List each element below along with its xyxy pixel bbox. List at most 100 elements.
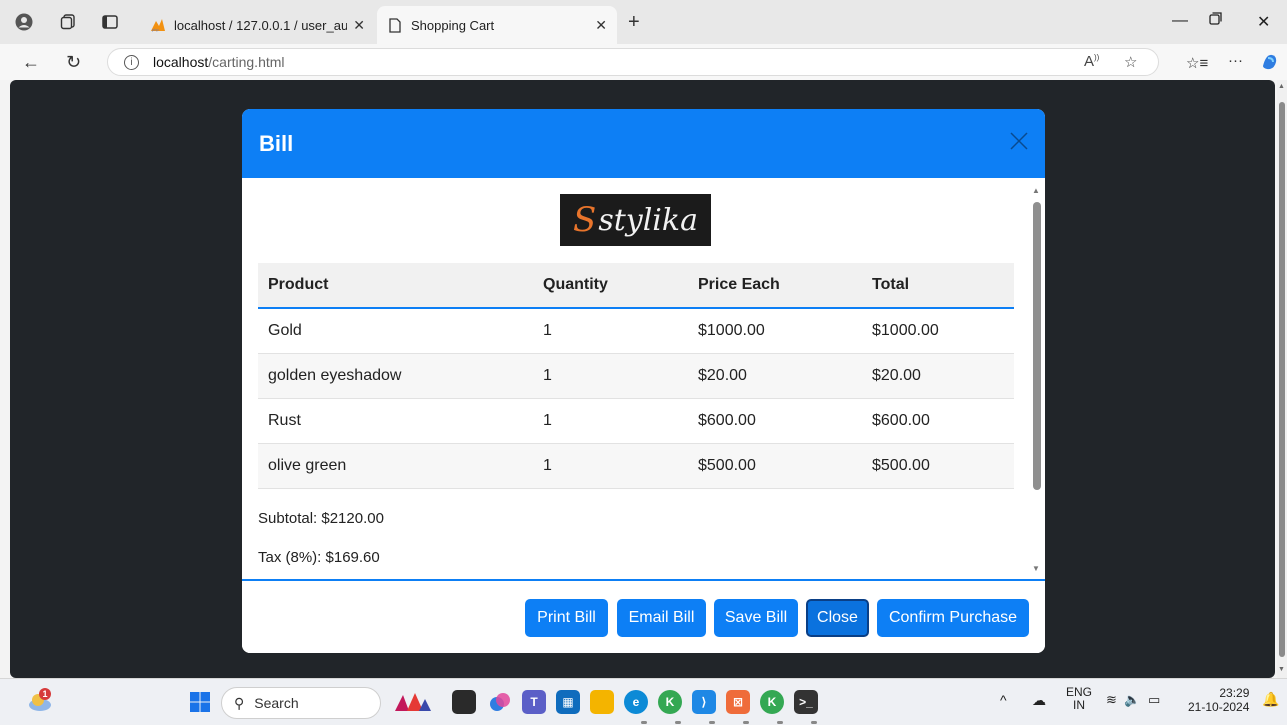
wifi-icon[interactable]: ≋ bbox=[1106, 692, 1117, 708]
close-window-icon[interactable]: ✕ bbox=[1257, 12, 1270, 32]
page-scrollbar[interactable]: ▲ ▼ bbox=[1277, 80, 1287, 678]
modal-footer: Print Bill Email Bill Save Bill Close Co… bbox=[242, 579, 1045, 653]
back-icon[interactable]: ← bbox=[22, 52, 40, 73]
windows-start-icon[interactable] bbox=[188, 690, 212, 714]
header-quantity: Quantity bbox=[533, 263, 688, 309]
favorite-star-icon[interactable]: ☆ bbox=[1124, 53, 1137, 71]
file-explorer-icon[interactable] bbox=[590, 690, 614, 714]
battery-icon[interactable]: ▭ bbox=[1148, 692, 1160, 708]
modal-body: S stylika Product Quantity Price Each To… bbox=[242, 178, 1045, 580]
scroll-down-icon[interactable]: ▼ bbox=[1278, 666, 1285, 673]
scroll-up-icon[interactable]: ▲ bbox=[1278, 83, 1285, 90]
teams-icon[interactable]: T bbox=[522, 690, 546, 714]
cell-price: $1000.00 bbox=[688, 308, 862, 354]
email-bill-button[interactable]: Email Bill bbox=[617, 599, 706, 637]
copilot-icon[interactable] bbox=[1260, 52, 1280, 77]
bill-table: Product Quantity Price Each Total Gold 1… bbox=[258, 263, 1014, 489]
vscode-icon[interactable]: ⟩ bbox=[692, 690, 716, 714]
terminal-icon[interactable]: >_ bbox=[794, 690, 818, 714]
restore-icon[interactable] bbox=[1209, 12, 1222, 30]
profile-icon[interactable] bbox=[14, 12, 34, 32]
scroll-up-icon[interactable]: ▲ bbox=[1032, 186, 1040, 195]
chrome-profile-icon[interactable]: K bbox=[760, 690, 784, 714]
running-indicator bbox=[709, 721, 715, 724]
search-placeholder: Search bbox=[254, 695, 299, 711]
logo-initial: S bbox=[573, 200, 597, 240]
lang-region: IN bbox=[1073, 698, 1085, 712]
cell-price: $600.00 bbox=[688, 398, 862, 444]
cell-product: olive green bbox=[258, 443, 533, 489]
bill-modal: Bill S stylika Product Quantity Price Ea… bbox=[242, 109, 1045, 653]
url-host: localhost bbox=[153, 54, 209, 70]
header-product: Product bbox=[258, 263, 533, 309]
new-tab-icon[interactable]: + bbox=[628, 12, 640, 32]
minimize-icon[interactable]: — bbox=[1172, 12, 1188, 30]
chrome-profile-icon[interactable]: K bbox=[658, 690, 682, 714]
table-row: Gold 1 $1000.00 $1000.00 bbox=[258, 308, 1014, 354]
cell-total: $1000.00 bbox=[862, 308, 1014, 354]
copilot-app-icon[interactable] bbox=[488, 690, 512, 714]
scroll-down-icon[interactable]: ▼ bbox=[1032, 564, 1040, 573]
running-indicator bbox=[675, 721, 681, 724]
chevron-up-icon[interactable]: ^ bbox=[1000, 692, 1007, 708]
weather-icon[interactable]: 1 bbox=[26, 687, 54, 715]
cloud-icon[interactable]: ☁ bbox=[1032, 692, 1046, 709]
modal-scrollbar[interactable]: ▲ ▼ bbox=[1031, 186, 1041, 576]
more-icon[interactable]: ··· bbox=[1228, 52, 1243, 69]
stylika-logo: S stylika bbox=[560, 194, 711, 246]
running-indicator bbox=[811, 721, 817, 724]
workspaces-icon[interactable] bbox=[58, 12, 78, 32]
tax-text: Tax (8%): $169.60 bbox=[258, 549, 380, 566]
taskbar-search-field[interactable]: ⚲ Search bbox=[221, 687, 381, 719]
close-tab-icon[interactable]: ✕ bbox=[595, 17, 607, 34]
scrollbar-thumb[interactable] bbox=[1033, 202, 1041, 490]
close-icon[interactable] bbox=[1009, 131, 1029, 151]
running-indicator bbox=[743, 721, 749, 724]
confirm-purchase-button[interactable]: Confirm Purchase bbox=[877, 599, 1029, 637]
xampp-icon[interactable]: ⊠ bbox=[726, 690, 750, 714]
refresh-icon[interactable]: ↻ bbox=[66, 52, 81, 73]
cell-quantity: 1 bbox=[533, 308, 688, 354]
edge-icon[interactable]: e bbox=[624, 690, 648, 714]
print-bill-button[interactable]: Print Bill bbox=[525, 599, 608, 637]
windows-taskbar: 1 ⚲ Search T ▦ e K ⟩ ⊠ K >_ ^ ☁ ENG IN ≋… bbox=[0, 678, 1287, 725]
tab-phpmyadmin[interactable]: php localhost / 127.0.0.1 / user_auth / … bbox=[140, 6, 375, 44]
tab-actions-icon[interactable] bbox=[100, 12, 120, 32]
close-button[interactable]: Close bbox=[806, 599, 869, 637]
task-view-icon[interactable] bbox=[452, 690, 476, 714]
cell-quantity: 1 bbox=[533, 398, 688, 444]
modal-title: Bill bbox=[259, 131, 294, 156]
clock-date: 21-10-2024 bbox=[1188, 700, 1250, 714]
address-bar-row: ← ↻ i localhost/carting.html A)) ☆ ☆≡ ··… bbox=[0, 44, 1287, 80]
clock-time: 23:29 bbox=[1219, 686, 1250, 700]
header-total: Total bbox=[862, 263, 1014, 309]
page-icon bbox=[387, 17, 403, 33]
language-indicator[interactable]: ENG IN bbox=[1066, 686, 1092, 712]
volume-icon[interactable]: 🔈 bbox=[1124, 692, 1140, 708]
widgets-art-icon[interactable] bbox=[393, 690, 433, 714]
url-field[interactable]: i localhost/carting.html A)) ☆ bbox=[107, 48, 1159, 76]
store-icon[interactable]: ▦ bbox=[556, 690, 580, 714]
save-bill-button[interactable]: Save Bill bbox=[714, 599, 798, 637]
favorites-icon[interactable]: ☆≡ bbox=[1186, 54, 1208, 72]
tab-title: localhost / 127.0.0.1 / user_auth / bbox=[174, 17, 348, 33]
scrollbar-thumb[interactable] bbox=[1279, 102, 1285, 657]
tab-shopping-cart[interactable]: Shopping Cart ✕ bbox=[377, 6, 617, 44]
cell-product: golden eyeshadow bbox=[258, 353, 533, 399]
cell-product: Gold bbox=[258, 308, 533, 354]
site-info-icon[interactable]: i bbox=[124, 54, 139, 70]
table-row: Rust 1 $600.00 $600.00 bbox=[258, 398, 1014, 444]
table-header-row: Product Quantity Price Each Total bbox=[258, 263, 1014, 309]
phpmyadmin-icon: php bbox=[150, 17, 166, 33]
table-row: golden eyeshadow 1 $20.00 $20.00 bbox=[258, 353, 1014, 399]
cell-quantity: 1 bbox=[533, 353, 688, 399]
notification-bell-icon[interactable]: 🔔 bbox=[1262, 691, 1279, 708]
cell-quantity: 1 bbox=[533, 443, 688, 489]
cell-product: Rust bbox=[258, 398, 533, 444]
read-aloud-icon[interactable]: A)) bbox=[1084, 53, 1099, 70]
close-tab-icon[interactable]: ✕ bbox=[353, 17, 365, 34]
cell-price: $20.00 bbox=[688, 353, 862, 399]
clock[interactable]: 23:29 21-10-2024 bbox=[1188, 686, 1249, 714]
weather-badge: 1 bbox=[43, 689, 48, 699]
cell-total: $500.00 bbox=[862, 443, 1014, 489]
